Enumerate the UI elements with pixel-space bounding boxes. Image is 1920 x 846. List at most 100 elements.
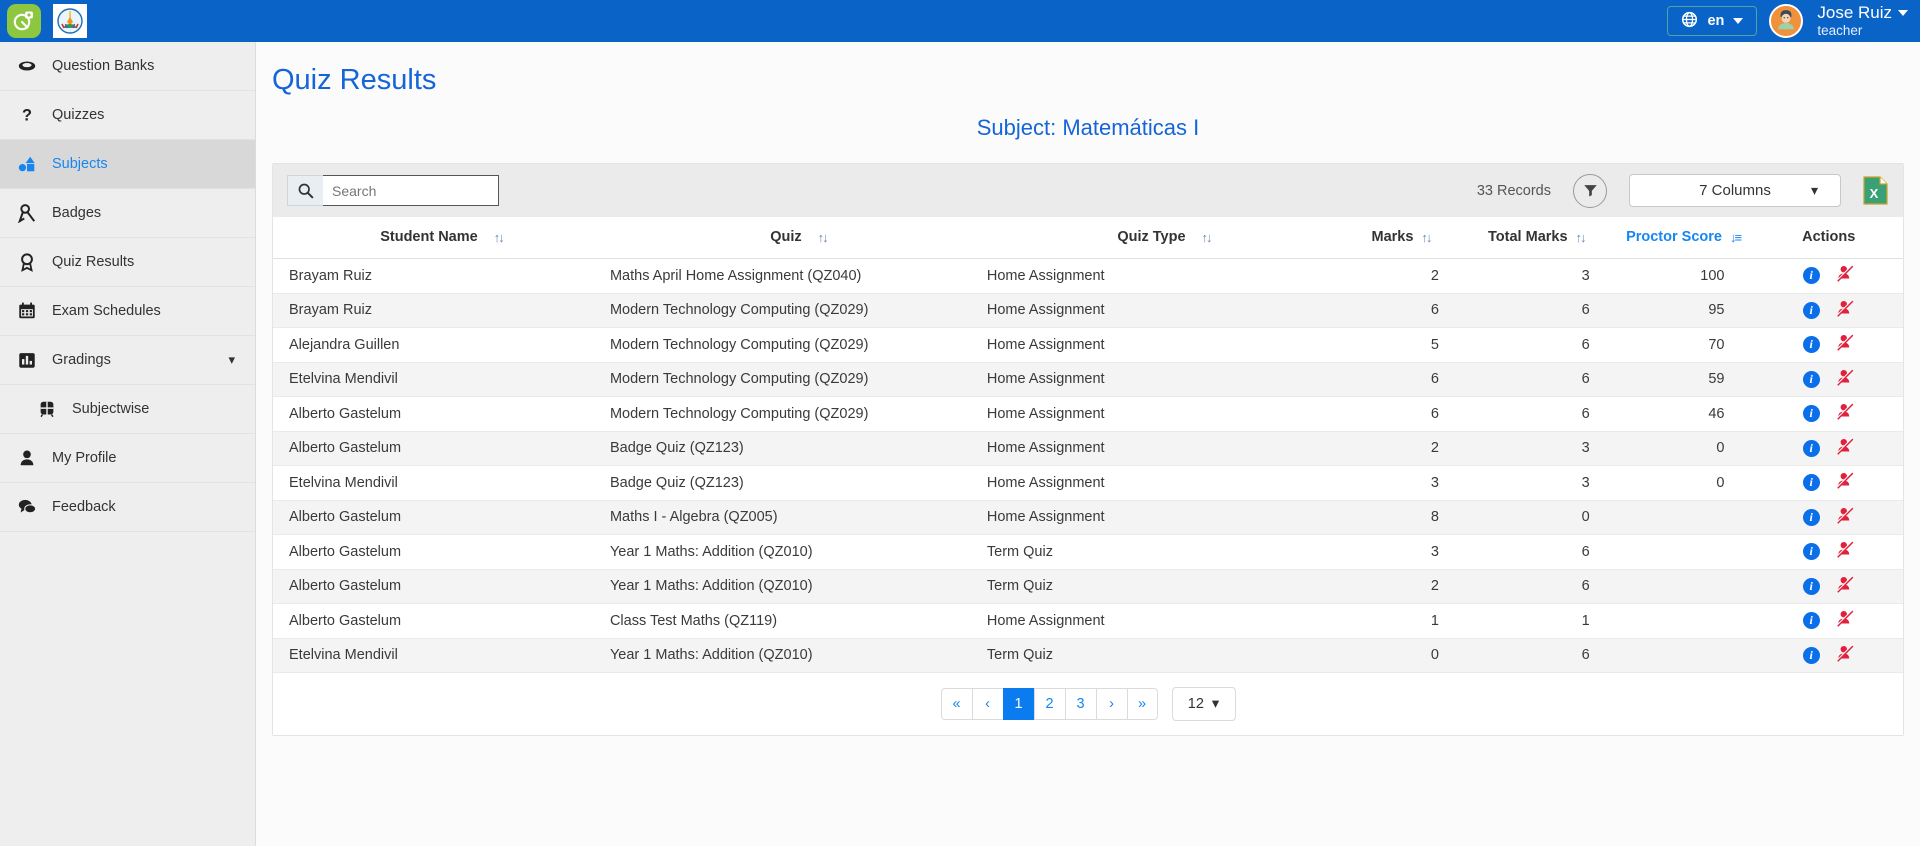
info-icon[interactable]: i <box>1803 302 1820 319</box>
page-prev-button[interactable]: ‹ <box>972 688 1003 720</box>
svg-text:X: X <box>1870 186 1879 201</box>
sidebar-item-badges[interactable]: Badges <box>0 189 255 238</box>
person-off-icon[interactable] <box>1836 540 1855 563</box>
info-icon[interactable]: i <box>1803 405 1820 422</box>
info-icon[interactable]: i <box>1803 509 1820 526</box>
language-selector[interactable]: en <box>1667 6 1757 36</box>
col-header-quiz[interactable]: Quiz ↑↓ <box>610 217 987 259</box>
sidebar-item-label: Gradings <box>52 352 111 368</box>
person-off-icon[interactable] <box>1836 437 1855 460</box>
excel-export-icon[interactable]: X <box>1863 176 1889 206</box>
sidebar-item-gradings[interactable]: Gradings ▾ <box>0 336 255 385</box>
grid-icon <box>36 399 58 419</box>
table-row[interactable]: Alberto GastelumModern Technology Comput… <box>273 397 1903 432</box>
person-off-icon[interactable] <box>1836 333 1855 356</box>
info-icon[interactable]: i <box>1803 440 1820 457</box>
sidebar-item-label: Feedback <box>52 499 116 515</box>
person-off-icon[interactable] <box>1836 609 1855 632</box>
table-row[interactable]: Alberto GastelumClass Test Maths (QZ119)… <box>273 604 1903 639</box>
sidebar-item-my-profile[interactable]: My Profile <box>0 434 255 483</box>
page-button-3[interactable]: 3 <box>1065 688 1096 720</box>
table-row[interactable]: Alberto GastelumBadge Quiz (QZ123)Home A… <box>273 431 1903 466</box>
table-row[interactable]: Alberto GastelumYear 1 Maths: Addition (… <box>273 569 1903 604</box>
person-off-icon[interactable] <box>1836 299 1855 322</box>
sort-icon[interactable]: ↑↓ <box>818 230 827 245</box>
sort-icon[interactable]: ↑↓ <box>1202 230 1211 245</box>
page-size-select[interactable]: 12 ▾ <box>1172 687 1236 721</box>
col-header-total-marks[interactable]: Total Marks ↑↓ <box>1461 217 1612 259</box>
sidebar-item-quiz-results[interactable]: Quiz Results <box>0 238 255 287</box>
question-mark-icon: ? <box>16 105 38 125</box>
search-input[interactable] <box>323 175 499 206</box>
sort-icon[interactable]: ↑↓ <box>1421 230 1430 245</box>
person-off-icon[interactable] <box>1836 471 1855 494</box>
cell-actions: i <box>1754 638 1903 673</box>
col-header-marks[interactable]: Marks ↑↓ <box>1341 217 1461 259</box>
ribbon-icon <box>16 203 38 223</box>
cell-actions: i <box>1754 604 1903 639</box>
table-row[interactable]: Etelvina MendivilYear 1 Maths: Addition … <box>273 638 1903 673</box>
table-row[interactable]: Brayam RuizModern Technology Computing (… <box>273 293 1903 328</box>
table-row[interactable]: Etelvina MendivilBadge Quiz (QZ123)Home … <box>273 466 1903 501</box>
school-lotus-logo-icon[interactable] <box>53 4 87 38</box>
table-row[interactable]: Brayam RuizMaths April Home Assignment (… <box>273 259 1903 294</box>
sort-icon[interactable]: ↑↓ <box>494 230 503 245</box>
table-row[interactable]: Alberto GastelumYear 1 Maths: Addition (… <box>273 535 1903 570</box>
records-count: 33 Records <box>1477 183 1551 199</box>
sidebar-item-question-banks[interactable]: Question Banks <box>0 42 255 91</box>
chevron-down-icon[interactable]: ▾ <box>228 352 235 368</box>
cell-quiz: Maths April Home Assignment (QZ040) <box>610 259 987 294</box>
page-last-button[interactable]: » <box>1127 688 1158 720</box>
person-off-icon[interactable] <box>1836 644 1855 667</box>
page-next-button[interactable]: › <box>1096 688 1127 720</box>
info-icon[interactable]: i <box>1803 267 1820 284</box>
quiz-logo-icon[interactable] <box>7 4 41 38</box>
sort-icon[interactable]: ↑↓ <box>1576 230 1585 245</box>
search-icon[interactable] <box>287 175 323 206</box>
main-content: Quiz Results Subject: Matemáticas I 33 R… <box>256 42 1920 846</box>
filter-funnel-icon[interactable] <box>1573 174 1607 208</box>
user-menu[interactable]: Jose Ruiz teacher <box>1817 3 1908 38</box>
user-avatar[interactable] <box>1769 4 1803 38</box>
col-header-student-name[interactable]: Student Name ↑↓ <box>273 217 610 259</box>
shapes-icon <box>16 154 38 174</box>
sidebar-item-subjectwise[interactable]: Subjectwise <box>0 385 255 434</box>
info-icon[interactable]: i <box>1803 578 1820 595</box>
person-off-icon[interactable] <box>1836 368 1855 391</box>
table-row[interactable]: Etelvina MendivilModern Technology Compu… <box>273 362 1903 397</box>
columns-select[interactable]: 7 Columns ▾ <box>1629 174 1841 207</box>
person-off-icon[interactable] <box>1836 575 1855 598</box>
sidebar-item-subjects[interactable]: Subjects <box>0 140 255 189</box>
sidebar-nav: Question Banks ? Quizzes Subjects Badges <box>0 42 256 846</box>
cell-actions: i <box>1754 500 1903 535</box>
sidebar-item-quizzes[interactable]: ? Quizzes <box>0 91 255 140</box>
sort-descending-icon[interactable]: ↓≡ <box>1730 230 1740 245</box>
person-off-icon[interactable] <box>1836 402 1855 425</box>
cell-proctor-score: 0 <box>1612 431 1755 466</box>
page-first-button[interactable]: « <box>941 688 972 720</box>
person-off-icon[interactable] <box>1836 506 1855 529</box>
table-body: Brayam RuizMaths April Home Assignment (… <box>273 259 1903 673</box>
chevron-down-icon <box>1898 10 1908 16</box>
calendar-icon <box>16 301 38 321</box>
sidebar-item-feedback[interactable]: Feedback <box>0 483 255 532</box>
col-header-proctor-score[interactable]: Proctor Score ↓≡ <box>1612 217 1755 259</box>
info-icon[interactable]: i <box>1803 612 1820 629</box>
info-icon[interactable]: i <box>1803 336 1820 353</box>
info-icon[interactable]: i <box>1803 474 1820 491</box>
col-header-quiz-type[interactable]: Quiz Type ↑↓ <box>987 217 1341 259</box>
page-button-1[interactable]: 1 <box>1003 688 1034 720</box>
person-off-icon[interactable] <box>1836 264 1855 287</box>
info-icon[interactable]: i <box>1803 647 1820 664</box>
table-toolbar: 33 Records 7 Columns ▾ X <box>273 164 1903 217</box>
info-icon[interactable]: i <box>1803 543 1820 560</box>
chevron-down-icon: ▾ <box>1212 696 1219 712</box>
sidebar-item-exam-schedules[interactable]: Exam Schedules <box>0 287 255 336</box>
table-row[interactable]: Alberto GastelumMaths I - Algebra (QZ005… <box>273 500 1903 535</box>
info-icon[interactable]: i <box>1803 371 1820 388</box>
cell-proctor-score: 46 <box>1612 397 1755 432</box>
table-row[interactable]: Alejandra GuillenModern Technology Compu… <box>273 328 1903 363</box>
cell-marks: 2 <box>1341 259 1461 294</box>
page-button-2[interactable]: 2 <box>1034 688 1065 720</box>
cell-student-name: Alejandra Guillen <box>273 328 610 363</box>
